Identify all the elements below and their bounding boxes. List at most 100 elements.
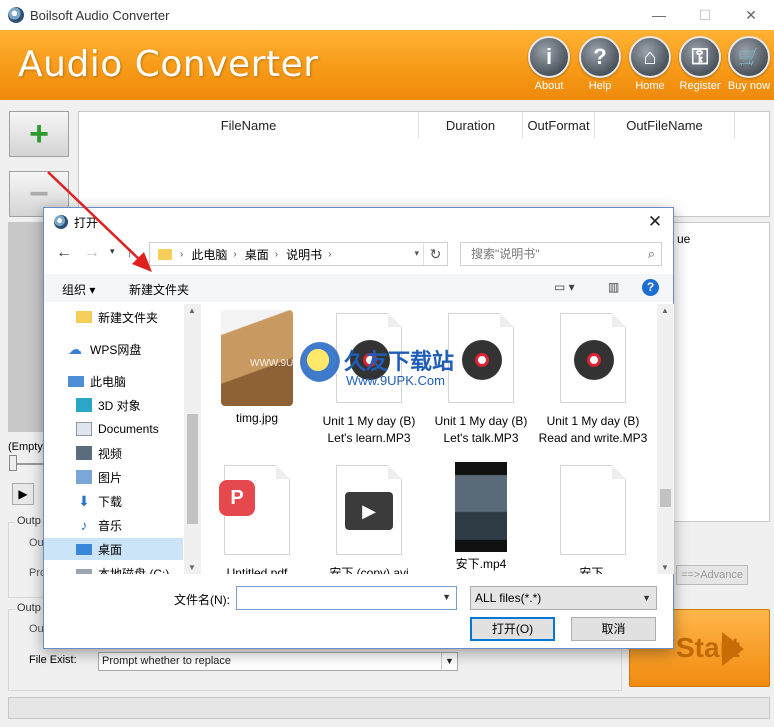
- file-view-scrollbar[interactable]: ▲ ▼: [657, 304, 674, 574]
- filename-input[interactable]: ▼: [236, 586, 457, 610]
- scrollbar-thumb[interactable]: [187, 414, 198, 524]
- nav-item-local-disk[interactable]: 本地磁盘 (C:): [44, 562, 183, 574]
- nav-item-music[interactable]: ♪ 音乐: [44, 514, 183, 536]
- desktop-icon: [76, 543, 92, 555]
- window-titlebar: Boilsoft Audio Converter — ☐ ✕: [0, 0, 774, 30]
- preview-pane-icon[interactable]: ▥: [608, 280, 619, 294]
- help-button[interactable]: ? Help: [575, 36, 625, 92]
- navigation-scrollbar[interactable]: ▲ ▼: [184, 304, 201, 574]
- play-button[interactable]: ▶: [12, 483, 34, 505]
- nav-item-label: 此电脑: [90, 374, 127, 389]
- file-type-select[interactable]: ALL files(*.*) ▼: [470, 586, 657, 610]
- up-arrow-icon[interactable]: ↑: [126, 244, 134, 261]
- dialog-titlebar: 打开: [44, 208, 673, 236]
- about-button[interactable]: i About: [524, 36, 574, 92]
- nav-item-pictures[interactable]: 图片: [44, 466, 183, 488]
- column-label: OutFormat: [527, 117, 590, 133]
- chevron-down-icon[interactable]: ▾: [414, 248, 419, 259]
- file-item[interactable]: 安下.: [538, 462, 648, 574]
- register-button[interactable]: ⚿ Register: [675, 36, 725, 92]
- file-item[interactable]: Unit 1 My day (B) Read and write.MP3: [538, 310, 648, 447]
- column-header-filename[interactable]: FileName: [79, 112, 419, 138]
- nav-item-wps-cloud[interactable]: ☁ WPS网盘: [44, 338, 183, 360]
- nav-item-videos[interactable]: 视频: [44, 442, 183, 464]
- breadcrumb-separator: ›: [274, 248, 279, 260]
- plus-icon: +: [29, 115, 49, 153]
- add-file-button[interactable]: +: [9, 111, 69, 157]
- home-button[interactable]: ⌂ Home: [625, 36, 675, 92]
- buy-now-button[interactable]: 🛒 Buy now: [724, 36, 774, 92]
- new-folder-button[interactable]: 新建文件夹: [129, 281, 189, 298]
- view-options-icon[interactable]: ▭ ▾: [554, 280, 575, 294]
- advance-button[interactable]: ==>Advance: [676, 565, 748, 585]
- watermark: WWW.9UPK.COM 久友下载站 Www.9UPK.Com: [250, 340, 500, 400]
- app-icon: [8, 7, 24, 23]
- scroll-down-icon[interactable]: ▼: [661, 563, 669, 572]
- chevron-down-icon[interactable]: ▼: [442, 592, 451, 602]
- nav-item-downloads[interactable]: ⬇ 下载: [44, 490, 183, 512]
- nav-item-label: 桌面: [98, 542, 123, 557]
- file-name: timg.jpg: [235, 411, 279, 425]
- cancel-button[interactable]: 取消: [571, 617, 656, 641]
- open-file-dialog: 打开 ✕ ← → ▾ ↑ › 此电脑 › 桌面 › 说明书 › ▾ ↻ 搜索"说…: [43, 207, 674, 649]
- chevron-down-icon: ▼: [642, 593, 651, 603]
- scrollbar-thumb[interactable]: [660, 489, 671, 507]
- dialog-title: 打开: [74, 215, 99, 230]
- nav-item-desktop[interactable]: 桌面: [44, 538, 183, 560]
- help-label: Help: [588, 80, 612, 92]
- column-label: Duration: [445, 117, 496, 133]
- seek-track[interactable]: [17, 463, 43, 465]
- nav-item-label: 3D 对象: [98, 398, 141, 413]
- close-icon[interactable]: ✕: [728, 0, 774, 30]
- nav-item-this-pc[interactable]: 此电脑: [44, 370, 183, 392]
- minimize-icon[interactable]: —: [636, 0, 682, 30]
- chevron-down-icon: ▼: [441, 653, 457, 670]
- forward-arrow-icon[interactable]: →: [84, 244, 100, 262]
- address-bar[interactable]: › 此电脑 › 桌面 › 说明书 › ▾ ↻: [149, 242, 448, 266]
- recent-locations-icon[interactable]: ▾: [110, 246, 115, 257]
- computer-icon: [68, 375, 84, 387]
- search-input[interactable]: 搜索"说明书" ⌕: [460, 242, 662, 266]
- open-button[interactable]: 打开(O): [470, 617, 555, 641]
- column-header-outformat[interactable]: OutFormat: [523, 112, 595, 138]
- file-type-value: ALL files(*.*): [475, 591, 542, 605]
- video-icon: [76, 446, 92, 460]
- folder-icon: [76, 311, 92, 323]
- watermark-brand: 久友下载站: [344, 350, 455, 375]
- column-header-outfilename[interactable]: OutFileName: [595, 112, 735, 138]
- file-item[interactable]: P Untitled.pdf: [202, 462, 312, 574]
- file-name: Unit 1 My day (B) Let's learn.MP3: [322, 414, 416, 445]
- group-caption: Outp: [15, 602, 43, 614]
- scroll-up-icon[interactable]: ▲: [661, 306, 669, 315]
- output-field-label: Ou: [29, 537, 44, 549]
- seek-slider[interactable]: [9, 455, 17, 471]
- help-icon[interactable]: ?: [642, 279, 659, 296]
- refresh-icon[interactable]: ↻: [423, 243, 447, 265]
- output-folder-label: Ou: [29, 623, 44, 635]
- buy-now-label: Buy now: [727, 80, 771, 92]
- file-list-table[interactable]: FileName Duration OutFormat OutFileName: [78, 111, 770, 217]
- organize-menu[interactable]: 组织 ▾: [62, 281, 95, 298]
- scroll-down-icon[interactable]: ▼: [188, 563, 196, 572]
- nav-item-3d-objects[interactable]: 3D 对象: [44, 394, 183, 416]
- app-banner: Audio Converter i About ? Help ⌂ Home ⚿ …: [0, 30, 774, 100]
- column-label: OutFileName: [626, 117, 703, 133]
- dialog-toolbar: 组织 ▾ 新建文件夹 ▭ ▾ ▥ ?: [44, 274, 673, 302]
- nav-item-documents[interactable]: Documents: [44, 418, 183, 440]
- breadcrumb-manual[interactable]: 说明书: [286, 246, 322, 263]
- column-header-duration[interactable]: Duration: [419, 112, 523, 138]
- folder-icon: [158, 248, 172, 260]
- group-caption: Outp: [15, 515, 43, 527]
- file-exist-select[interactable]: Prompt whether to replace ▼: [98, 652, 458, 671]
- maximize-icon[interactable]: ☐: [682, 0, 728, 30]
- file-name: Unit 1 My day (B) Read and write.MP3: [538, 414, 648, 445]
- back-arrow-icon[interactable]: ←: [56, 244, 72, 262]
- breadcrumb-desktop[interactable]: 桌面: [245, 246, 269, 263]
- breadcrumb-this-pc[interactable]: 此电脑: [191, 246, 227, 263]
- search-placeholder: 搜索"说明书": [471, 247, 540, 261]
- file-item[interactable]: 安下.mp4: [426, 462, 536, 573]
- dialog-close-icon[interactable]: ✕: [645, 212, 665, 232]
- file-item[interactable]: ▶ 安下 (copy).avi: [314, 462, 424, 574]
- scroll-up-icon[interactable]: ▲: [188, 306, 196, 315]
- nav-item-new-folder[interactable]: 新建文件夹: [44, 306, 183, 328]
